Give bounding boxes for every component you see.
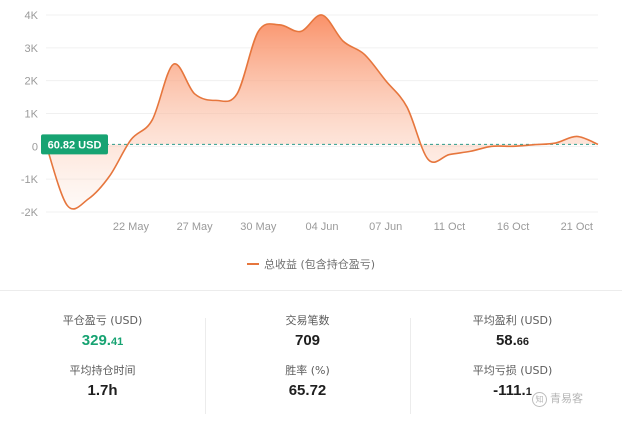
stats-column-3: 平均盈利 (USD) 58.66 平均亏损 (USD) -111.1 [410, 314, 615, 401]
closed-pnl-int: 329. [81, 332, 111, 349]
y-tick-label: -1K [21, 174, 39, 186]
y-tick-label: 1K [25, 109, 39, 121]
trade-count-value: 709 [294, 332, 321, 349]
watermark-logo-icon: 知 [532, 391, 547, 407]
closed-pnl-value: 329.41 [0, 331, 205, 351]
current-value-text: 60.82 USD [48, 139, 102, 151]
trade-count-label: 交易笔数 [285, 314, 330, 327]
divider [0, 290, 622, 291]
y-tick-label: 2K [25, 76, 39, 88]
x-axis: 22 May 27 May 30 May 04 Jun 07 Jun 11 Oct 16 O… [113, 221, 593, 233]
closed-pnl-frac: 41 [110, 336, 124, 348]
y-tick-label: 0 [32, 141, 38, 153]
area-fill [46, 14, 598, 209]
watermark: 知青易客 [532, 390, 583, 407]
legend-swatch [246, 263, 259, 265]
chart-legend[interactable]: 总收益 (包含持仓盈亏) [0, 256, 622, 272]
y-axis: 4K 3K 2K 1K 0 -1K -2K [21, 10, 39, 219]
y-tick-label: 3K [25, 43, 39, 55]
x-tick-label: 16 Oct [497, 221, 529, 233]
win-rate-label: 胜率 (%) [285, 364, 330, 377]
win-rate-value: 65.72 [288, 382, 327, 399]
x-tick-label: 07 Jun [369, 221, 402, 233]
stats-column-2: 交易笔数 709 胜率 (%) 65.72 [205, 314, 410, 401]
avg-profit-int: 58. [495, 332, 517, 349]
avg-profit-label: 平均盈利 (USD) [472, 314, 553, 327]
avg-loss-label: 平均亏损 (USD) [472, 364, 553, 377]
stats-panel: 平仓盈亏 (USD) 329.41 平均持仓时间 1.7h 交易笔数 709 胜… [0, 300, 622, 428]
y-tick-label: 4K [25, 10, 39, 22]
closed-pnl-label: 平仓盈亏 (USD) [62, 314, 143, 327]
avg-loss-frac: 1 [525, 386, 532, 398]
x-tick-label: 27 May [177, 221, 214, 233]
x-tick-label: 04 Jun [305, 221, 338, 233]
avg-profit-frac: 66 [516, 336, 530, 348]
avg-profit-value: 58.66 [410, 331, 615, 351]
avg-loss-value: -111.1 [410, 381, 615, 401]
current-value-badge: 60.82 USD [41, 134, 108, 155]
avg-hold-time-value: 1.7h [87, 382, 118, 399]
x-tick-label: 30 May [240, 221, 277, 233]
x-tick-label: 21 Oct [561, 221, 593, 233]
stats-column-1: 平仓盈亏 (USD) 329.41 平均持仓时间 1.7h [0, 314, 205, 401]
avg-loss-int: -111. [493, 382, 526, 399]
avg-hold-time-label: 平均持仓时间 [69, 364, 136, 377]
x-tick-label: 22 May [113, 221, 150, 233]
y-tick-label: -2K [21, 207, 39, 219]
x-tick-label: 11 Oct [434, 221, 466, 233]
legend-label: 总收益 (包含持仓盈亏) [263, 258, 376, 271]
watermark-text: 青易客 [550, 392, 583, 405]
profit-chart: 4K 3K 2K 1K 0 -1K -2K 22 May 27 May 30 May 04 Jun… [21, 10, 599, 233]
